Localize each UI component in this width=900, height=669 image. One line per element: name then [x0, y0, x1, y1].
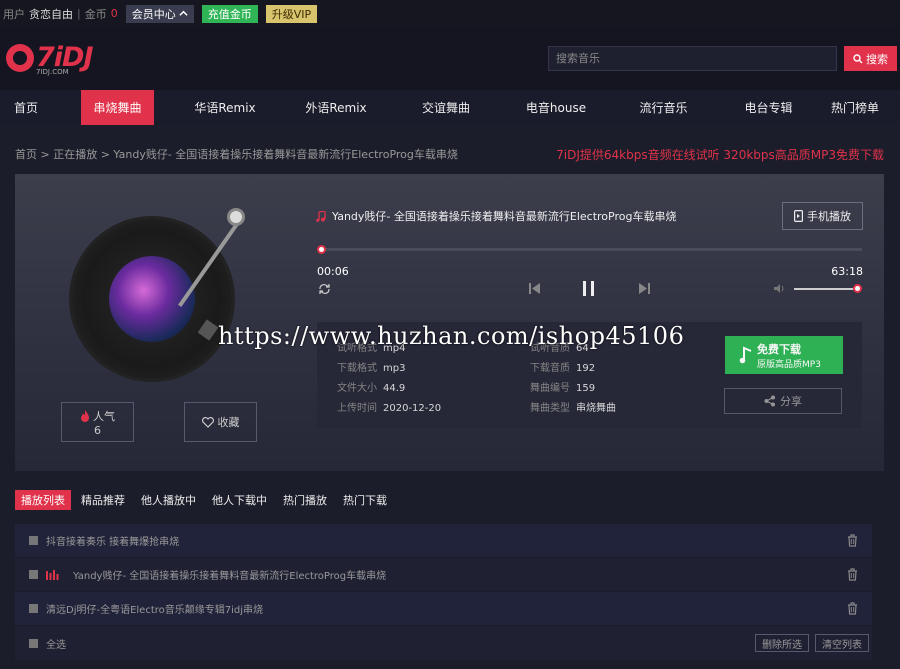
user-label: 用户	[3, 7, 25, 21]
popularity-box: 人气 6	[61, 402, 134, 442]
nav-item-chinese-remix[interactable]: 华语Remix	[175, 90, 275, 125]
playlist: 抖音接着奏乐 接着舞爆抢串烧 Yandy贱仔- 全国语接着操乐接着舞料音最新流行…	[15, 524, 872, 660]
top-bar: 用户 贪恋自由 | 金币 0 会员中心 充值金币 升级VIP	[0, 0, 900, 27]
equalizer-icon	[46, 569, 59, 580]
header: 7iDJ 7IDJ.COM 搜索音乐 搜索	[0, 27, 900, 90]
watermark: https://www.huzhan.com/ishop45106	[218, 322, 685, 350]
breadcrumb[interactable]: 首页 > 正在播放 > Yandy贱仔- 全国语接着操乐接着舞料音最新流行Ele…	[15, 146, 458, 162]
share-button[interactable]: 分享	[724, 388, 842, 414]
row-checkbox[interactable]	[29, 536, 38, 545]
tonearm-pivot	[227, 208, 245, 226]
site-logo[interactable]: 7iDJ 7IDJ.COM	[6, 42, 93, 76]
logo-subtext: 7IDJ.COM	[36, 68, 69, 76]
tab-recommended[interactable]: 精品推荐	[75, 490, 131, 510]
list-item[interactable]: Yandy贱仔- 全国语接着操乐接着舞料音最新流行ElectroProg车载串烧	[15, 558, 872, 592]
info-file-size: 文件大小 44.9	[337, 383, 406, 394]
info-genre: 舞曲类型 串烧舞曲	[530, 403, 616, 414]
total-time: 63:18	[831, 265, 863, 278]
track-title[interactable]: 清远Dj明仔-全粤语Electro音乐颠缘专辑7idj串烧	[46, 601, 263, 616]
upgrade-vip-button[interactable]: 升级VIP	[265, 4, 318, 23]
playlist-tabs: 播放列表 精品推荐 他人播放中 他人下载中 热门播放 热门下载	[15, 490, 393, 510]
clear-list-button[interactable]: 清空列表	[815, 634, 869, 652]
select-all-checkbox[interactable]	[29, 638, 38, 648]
info-upload-time: 上传时间 2020-12-20	[337, 403, 442, 414]
coin-value: 0	[110, 7, 118, 20]
username-link[interactable]: 贪恋自由	[29, 6, 73, 22]
promo-text: 7iDJ提供64kbps音频在线试听 320kbps高品质MP3免费下载	[556, 148, 884, 162]
tab-playlist[interactable]: 播放列表	[15, 490, 71, 510]
trash-icon[interactable]	[847, 602, 858, 615]
tab-hot-plays[interactable]: 热门播放	[277, 490, 333, 510]
nav-item-house[interactable]: 电音house	[506, 90, 606, 125]
mobile-play-label: 手机播放	[807, 210, 851, 223]
tab-hot-downloads[interactable]: 热门下载	[337, 490, 393, 510]
share-label: 分享	[780, 395, 802, 408]
volume-icon[interactable]	[773, 283, 785, 294]
search-icon	[853, 53, 863, 63]
track-title[interactable]: 抖音接着奏乐 接着舞爆抢串烧	[46, 533, 179, 548]
delete-selected-button[interactable]: 删除所选	[755, 634, 809, 652]
volume-slider[interactable]	[794, 288, 859, 290]
main-nav: 首页 串烧舞曲 华语Remix 外语Remix 交谊舞曲 电音house 流行音…	[0, 90, 900, 125]
info-track-no: 舞曲编号 159	[530, 383, 596, 394]
phone-icon	[794, 210, 803, 222]
row-checkbox[interactable]	[29, 570, 38, 579]
free-download-button[interactable]: 免费下载 原版高品质MP3	[725, 336, 843, 374]
flame-icon	[81, 409, 89, 422]
download-label: 免费下载	[757, 342, 801, 356]
repeat-icon[interactable]	[318, 283, 331, 295]
member-center-label: 会员中心	[131, 7, 176, 21]
search-input[interactable]: 搜索音乐	[548, 46, 837, 71]
pause-icon[interactable]	[581, 280, 597, 297]
nav-item-pop[interactable]: 流行音乐	[616, 90, 711, 125]
row-checkbox[interactable]	[29, 604, 38, 613]
progress-bar[interactable]	[320, 248, 862, 251]
volume-handle[interactable]	[853, 284, 862, 293]
popularity-value: 6	[94, 423, 101, 437]
popularity-label: 人气	[93, 409, 115, 423]
favorite-button[interactable]: 收藏	[184, 402, 257, 442]
nav-item-medley[interactable]: 串烧舞曲	[81, 90, 154, 125]
music-note-icon	[316, 210, 326, 222]
info-download-format: 下载格式 mp3	[337, 363, 406, 374]
nav-item-charts[interactable]: 热门榜单	[822, 90, 888, 125]
select-all-label[interactable]: 全选	[46, 636, 66, 651]
music-note-icon	[739, 346, 752, 364]
list-item[interactable]: 清远Dj明仔-全粤语Electro音乐颠缘专辑7idj串烧	[15, 592, 872, 626]
song-title-text: Yandy贱仔- 全国语接着操乐接着舞料音最新流行ElectroProg车载串烧	[332, 210, 677, 223]
tab-others-playing[interactable]: 他人播放中	[135, 490, 202, 510]
member-center-button[interactable]: 会员中心	[125, 4, 194, 23]
coin-label: 金币	[84, 7, 107, 21]
progress-handle[interactable]	[317, 245, 326, 254]
trash-icon[interactable]	[847, 534, 858, 547]
search-button-label: 搜索	[866, 52, 888, 66]
download-sub: 原版高品质MP3	[757, 359, 821, 370]
vinyl-record	[72, 219, 232, 379]
next-icon[interactable]	[638, 282, 651, 295]
list-item[interactable]: 抖音接着奏乐 接着舞爆抢串烧	[15, 524, 872, 558]
chevron-up-icon	[179, 10, 188, 16]
heart-icon	[201, 416, 214, 428]
nav-item-foreign-remix[interactable]: 外语Remix	[286, 90, 386, 125]
divider: |	[77, 7, 81, 20]
nav-item-radio[interactable]: 电台专辑	[721, 90, 816, 125]
nav-item-home[interactable]: 首页	[0, 90, 52, 125]
recharge-button[interactable]: 充值金币	[201, 4, 258, 23]
search-button[interactable]: 搜索	[844, 46, 897, 71]
tab-others-downloading[interactable]: 他人下载中	[206, 490, 273, 510]
current-time: 00:06	[317, 265, 349, 278]
track-title[interactable]: Yandy贱仔- 全国语接着操乐接着舞料音最新流行ElectroProg车载串烧	[73, 567, 386, 582]
favorite-label: 收藏	[217, 416, 240, 429]
trash-icon[interactable]	[847, 568, 858, 581]
mobile-play-button[interactable]: 手机播放	[782, 202, 863, 230]
song-title: Yandy贱仔- 全国语接着操乐接着舞料音最新流行ElectroProg车载串烧	[316, 208, 676, 224]
previous-icon[interactable]	[528, 282, 541, 295]
playlist-footer: 全选 删除所选 清空列表	[15, 626, 872, 660]
logo-mark-icon	[6, 43, 34, 72]
share-icon	[764, 395, 775, 407]
nav-item-ballroom[interactable]: 交谊舞曲	[396, 90, 496, 125]
info-download-quality: 下载音质 192	[530, 363, 596, 374]
